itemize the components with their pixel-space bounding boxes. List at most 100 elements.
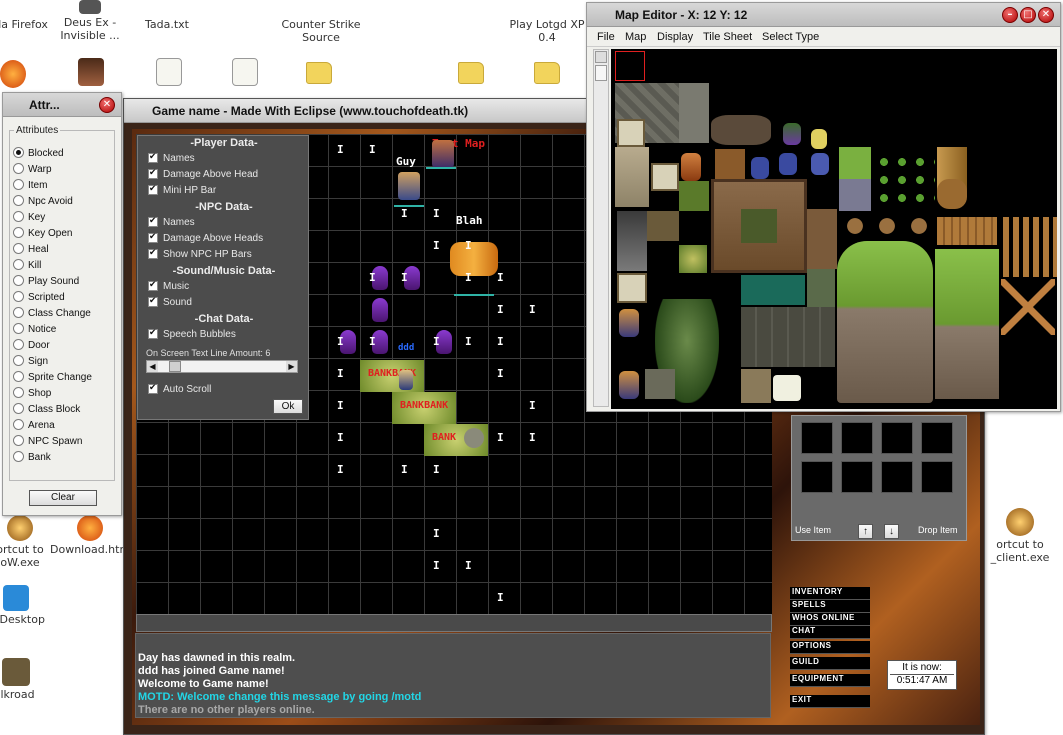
attr-radio-class-block[interactable]: Class Block (13, 403, 80, 415)
arrow-up-icon[interactable]: ↑ (858, 524, 873, 539)
radio-icon[interactable] (13, 355, 24, 366)
slider-thumb[interactable] (169, 361, 181, 372)
desktop-icon-lotgd[interactable]: Play Lotgd XP 0.4 (506, 18, 588, 44)
inventory-slot[interactable] (881, 422, 913, 454)
tiger-sprite[interactable] (450, 242, 498, 276)
attr-radio-heal[interactable]: Heal (13, 243, 49, 255)
folder-icon[interactable] (458, 62, 484, 84)
attr-radio-play-sound[interactable]: Play Sound (13, 275, 79, 287)
checkbox-music[interactable]: Music (148, 279, 189, 292)
attr-radio-blocked[interactable]: Blocked (13, 147, 64, 159)
minimize-icon[interactable]: – (1002, 7, 1018, 23)
inventory-slot[interactable] (801, 461, 833, 493)
clear-button[interactable]: Clear (29, 490, 97, 506)
maximize-icon[interactable]: □ (1020, 7, 1036, 23)
menu-equipment[interactable]: EQUIPMENT (790, 674, 870, 687)
checkbox-player-damage[interactable]: Damage Above Head (148, 167, 258, 180)
menu-guild[interactable]: GUILD (790, 657, 870, 670)
checkbox-icon[interactable] (148, 247, 158, 259)
radio-icon[interactable] (13, 179, 24, 190)
radio-icon[interactable] (13, 323, 24, 334)
checkbox-icon[interactable] (148, 183, 158, 195)
radio-icon[interactable] (13, 339, 24, 350)
attr-radio-notice[interactable]: Notice (13, 323, 56, 335)
close-icon[interactable]: ✕ (99, 97, 115, 113)
desktop-icon-download[interactable]: Download.htm (50, 515, 130, 556)
radio-icon[interactable] (13, 387, 24, 398)
desktop-icon-silkroad[interactable]: ilkroad (0, 658, 56, 701)
chat-input[interactable] (136, 614, 772, 632)
attr-radio-door[interactable]: Door (13, 339, 50, 351)
checkbox-auto-scroll[interactable]: Auto Scroll (148, 382, 211, 395)
radio-icon[interactable] (13, 243, 24, 254)
attr-radio-npc-spawn[interactable]: NPC Spawn (13, 435, 82, 447)
checkbox-npc-damage[interactable]: Damage Above Heads (148, 231, 263, 244)
scroll-up-icon[interactable] (595, 51, 607, 63)
checkbox-icon[interactable] (148, 167, 158, 179)
desktop-icon-client[interactable]: ortcut to _client.exe (975, 508, 1063, 564)
firefox-icon[interactable] (0, 60, 26, 88)
attr-radio-bank[interactable]: Bank (13, 451, 51, 463)
radio-icon[interactable] (13, 259, 24, 270)
desktop-icon-counter-strike[interactable]: Counter Strike Source (280, 18, 362, 44)
text-file-icon[interactable] (156, 58, 182, 86)
use-item-button[interactable]: Use Item (795, 525, 831, 535)
desktop-icon-tada[interactable]: Tada.txt (127, 18, 207, 31)
player-sprite[interactable] (398, 172, 420, 200)
checkbox-icon[interactable] (148, 279, 158, 291)
tile-sheet[interactable] (611, 49, 1057, 409)
radio-icon[interactable] (13, 147, 24, 158)
arrow-down-icon[interactable]: ↓ (884, 524, 899, 539)
menu-file[interactable]: File (597, 31, 615, 43)
close-icon[interactable]: ✕ (1038, 7, 1054, 23)
arrow-left-icon[interactable]: ◀ (147, 361, 158, 372)
checkbox-player-names[interactable]: Names (148, 151, 195, 164)
desktop-icon-deus-ex[interactable]: Deus Ex - Invisible ... (50, 0, 130, 42)
purple-npc[interactable] (372, 298, 388, 322)
radio-icon[interactable] (13, 275, 24, 286)
inventory-slot[interactable] (841, 422, 873, 454)
attr-radio-sprite-change[interactable]: Sprite Change (13, 371, 92, 383)
attr-radio-kill[interactable]: Kill (13, 259, 41, 271)
radio-icon[interactable] (13, 419, 24, 430)
checkbox-npc-names[interactable]: Names (148, 215, 195, 228)
radio-icon[interactable] (13, 291, 24, 302)
attributes-titlebar[interactable]: Attr... ✕ (3, 93, 121, 117)
menu-whos-online[interactable]: WHOS ONLINE (790, 613, 870, 626)
checkbox-npc-hp[interactable]: Show NPC HP Bars (148, 247, 252, 260)
checkbox-speech-bubbles[interactable]: Speech Bubbles (148, 327, 236, 340)
tile-scrollbar[interactable] (593, 49, 609, 407)
map-editor-titlebar[interactable]: Map Editor - X: 12 Y: 12 – □ ✕ (587, 3, 1060, 27)
attr-radio-arena[interactable]: Arena (13, 419, 55, 431)
desktop-icon-remote-desktop[interactable]: w Desktop (0, 585, 56, 626)
player-sprite[interactable] (432, 140, 454, 168)
attr-radio-shop[interactable]: Shop (13, 387, 51, 399)
ok-button[interactable]: Ok (273, 399, 303, 414)
radio-icon[interactable] (13, 371, 24, 382)
menu-options[interactable]: OPTIONS (790, 641, 870, 654)
line-amount-slider[interactable]: ◀ ▶ (146, 360, 298, 373)
attr-radio-warp[interactable]: Warp (13, 163, 52, 175)
attr-radio-item[interactable]: Item (13, 179, 47, 191)
inventory-slot[interactable] (921, 422, 953, 454)
attr-radio-key[interactable]: Key (13, 211, 45, 223)
menu-map[interactable]: Map (625, 31, 646, 43)
menu-tile-sheet[interactable]: Tile Sheet (703, 31, 752, 43)
checkbox-icon[interactable] (148, 382, 158, 394)
radio-icon[interactable] (13, 307, 24, 318)
checkbox-icon[interactable] (148, 295, 158, 307)
radio-icon[interactable] (13, 435, 24, 446)
scroll-thumb[interactable] (595, 65, 607, 81)
inventory-slot[interactable] (841, 461, 873, 493)
inventory-slot[interactable] (921, 461, 953, 493)
attr-radio-sign[interactable]: Sign (13, 355, 48, 367)
menu-display[interactable]: Display (657, 31, 693, 43)
checkbox-icon[interactable] (148, 231, 158, 243)
radio-icon[interactable] (13, 451, 24, 462)
game-icon[interactable] (78, 58, 104, 86)
menu-select-type[interactable]: Select Type (762, 31, 819, 43)
folder-icon[interactable] (534, 62, 560, 84)
menu-exit[interactable]: EXIT (790, 695, 870, 708)
radio-icon[interactable] (13, 403, 24, 414)
menu-inventory[interactable]: INVENTORY (790, 587, 870, 600)
